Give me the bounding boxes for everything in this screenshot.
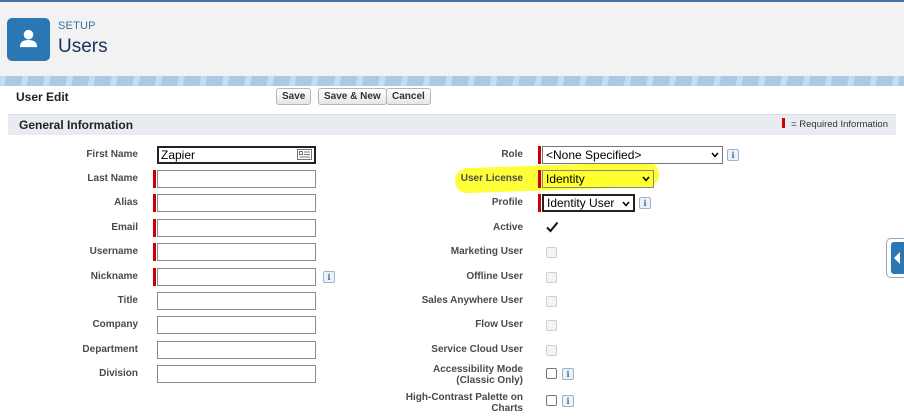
- save-button[interactable]: Save: [276, 88, 312, 105]
- info-icon[interactable]: i: [727, 149, 739, 161]
- row-nickname: Nickname i Offline User: [0, 267, 904, 291]
- row-high-contrast: High-Contrast Palette on Charts i: [0, 392, 904, 418]
- chevron-left-icon: [894, 252, 900, 264]
- required-marker: [538, 170, 541, 188]
- required-legend-text: = Required Information: [791, 119, 888, 130]
- first-name-label: First Name: [86, 149, 138, 160]
- section-header-general-information: General Information = Required Informati…: [8, 114, 896, 135]
- profile-label: Profile: [491, 197, 523, 208]
- flow-user-label: Flow User: [475, 319, 523, 330]
- first-name-input[interactable]: [157, 146, 316, 164]
- department-label: Department: [82, 344, 138, 355]
- service-cloud-user-label: Service Cloud User: [431, 344, 523, 355]
- row-department: Department Service Cloud User: [0, 340, 904, 364]
- side-panel-toggle[interactable]: [886, 238, 904, 278]
- last-name-label: Last Name: [87, 173, 138, 184]
- row-company: Company Flow User: [0, 315, 904, 339]
- flow-user-checkbox[interactable]: [546, 320, 557, 331]
- row-username: Username Marketing User: [0, 242, 904, 266]
- info-icon[interactable]: i: [639, 197, 651, 209]
- division-label: Division: [99, 368, 138, 379]
- required-marker: [538, 194, 541, 212]
- sales-anywhere-user-checkbox[interactable]: [546, 296, 557, 307]
- page-title: Users: [58, 36, 108, 57]
- row-title: Title Sales Anywhere User: [0, 291, 904, 315]
- high-contrast-label-line1: High-Contrast Palette on: [405, 392, 523, 403]
- division-input[interactable]: [157, 365, 316, 383]
- section-title: General Information: [19, 118, 134, 132]
- user-license-select[interactable]: Identity: [542, 170, 654, 188]
- required-marker: [153, 219, 156, 237]
- profile-value: Identity User: [547, 196, 615, 210]
- active-label: Active: [492, 222, 523, 233]
- decorative-band: [0, 76, 904, 86]
- role-value: <None Specified>: [546, 148, 642, 162]
- service-cloud-user-checkbox[interactable]: [546, 345, 557, 356]
- info-icon[interactable]: i: [562, 395, 574, 407]
- page-header: SETUP Users: [0, 2, 904, 76]
- department-input[interactable]: [157, 341, 316, 359]
- role-select[interactable]: <None Specified>: [542, 146, 723, 164]
- username-label: Username: [89, 246, 138, 257]
- required-legend: = Required Information: [782, 118, 888, 130]
- required-marker: [782, 118, 786, 128]
- alias-input[interactable]: [157, 194, 316, 212]
- chevron-down-icon: [622, 201, 630, 207]
- marketing-user-checkbox[interactable]: [546, 247, 557, 258]
- required-marker: [153, 268, 156, 286]
- role-label: Role: [501, 149, 523, 160]
- company-label: Company: [92, 319, 138, 330]
- nickname-input[interactable]: [157, 268, 316, 286]
- breadcrumb[interactable]: SETUP: [58, 20, 96, 32]
- row-last-name: Last Name User License Identity: [0, 169, 904, 193]
- nickname-label: Nickname: [90, 271, 138, 282]
- active-checkmark-icon[interactable]: [545, 220, 559, 234]
- row-division: Division Accessibility Mode (Classic Onl…: [0, 364, 904, 390]
- user-license-label: User License: [460, 173, 523, 184]
- user-icon: [7, 18, 50, 61]
- required-marker: [538, 146, 541, 164]
- email-input[interactable]: [157, 219, 316, 237]
- accessibility-mode-label-line1: Accessibility Mode: [432, 364, 523, 375]
- sales-anywhere-user-label: Sales Anywhere User: [421, 295, 523, 306]
- alias-label: Alias: [114, 197, 138, 208]
- accessibility-mode-label: Accessibility Mode (Classic Only): [383, 364, 523, 386]
- row-first-name: First Name Role <None Specified> i: [0, 145, 904, 169]
- title-input[interactable]: [157, 292, 316, 310]
- title-label: Title: [117, 295, 138, 306]
- company-input[interactable]: [157, 316, 316, 334]
- required-marker: [153, 170, 156, 188]
- accessibility-mode-checkbox[interactable]: [546, 368, 557, 379]
- row-alias: Alias Profile Identity User i: [0, 193, 904, 217]
- required-marker: [153, 194, 156, 212]
- panel-title: User Edit: [16, 90, 69, 104]
- last-name-input[interactable]: [157, 170, 316, 188]
- chevron-down-icon: [642, 176, 650, 182]
- required-marker: [153, 243, 156, 261]
- offline-user-label: Offline User: [466, 271, 523, 282]
- username-input[interactable]: [157, 243, 316, 261]
- profile-select[interactable]: Identity User: [542, 194, 635, 212]
- high-contrast-checkbox[interactable]: [546, 395, 557, 406]
- high-contrast-label-line2: Charts: [491, 403, 523, 414]
- save-and-new-button[interactable]: Save & New: [318, 88, 387, 105]
- row-email: Email Active: [0, 218, 904, 242]
- email-label: Email: [111, 222, 138, 233]
- offline-user-checkbox[interactable]: [546, 272, 557, 283]
- info-icon[interactable]: i: [323, 271, 335, 283]
- chevron-down-icon: [711, 152, 719, 158]
- cancel-button[interactable]: Cancel: [386, 88, 431, 105]
- accessibility-mode-label-line2: (Classic Only): [456, 375, 523, 386]
- high-contrast-label: High-Contrast Palette on Charts: [383, 392, 523, 414]
- info-icon[interactable]: i: [562, 368, 574, 380]
- contact-card-icon[interactable]: [297, 149, 312, 160]
- user-license-value: Identity: [546, 172, 585, 186]
- marketing-user-label: Marketing User: [450, 246, 523, 257]
